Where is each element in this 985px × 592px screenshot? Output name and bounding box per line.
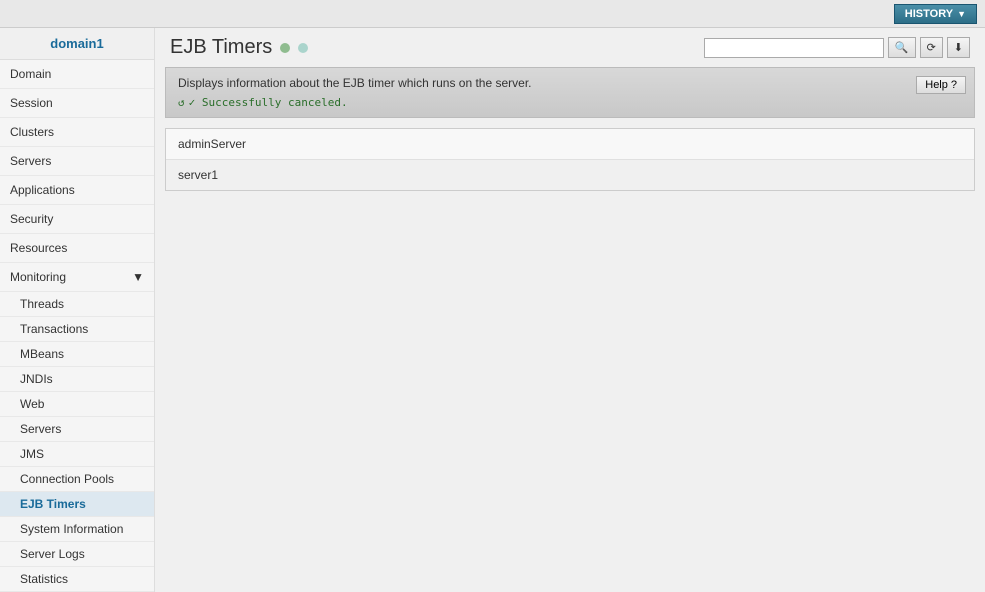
sidebar-item-mbeans[interactable]: MBeans (0, 342, 154, 367)
sidebar-item-resources[interactable]: Resources (0, 234, 154, 263)
monitoring-chevron-icon: ▼ (132, 270, 144, 284)
refresh-button[interactable]: ⟳ (920, 37, 943, 58)
sidebar-item-domain[interactable]: Domain (0, 60, 154, 89)
sidebar-item-mon-servers[interactable]: Servers (0, 417, 154, 442)
sidebar-item-ejb-timers[interactable]: EJB Timers (0, 492, 154, 517)
success-message: ↺ ✓ Successfully canceled. (178, 96, 962, 109)
page-title: EJB Timers (170, 36, 308, 59)
server-table: adminServer server1 (165, 128, 975, 191)
help-icon: ? (951, 79, 957, 91)
chevron-down-icon: ▼ (957, 9, 966, 19)
search-icon: 🔍 (895, 42, 909, 54)
refresh-icon: ⟳ (927, 42, 936, 54)
search-input[interactable] (704, 38, 884, 58)
top-bar: HISTORY ▼ (0, 0, 985, 28)
main-layout: domain1 Domain Session Clusters Servers … (0, 28, 985, 592)
sidebar-title[interactable]: domain1 (0, 28, 154, 60)
download-button[interactable]: ⬇ (947, 37, 970, 58)
sidebar-item-session[interactable]: Session (0, 89, 154, 118)
help-button[interactable]: Help ? (916, 76, 966, 94)
sidebar-item-jms[interactable]: JMS (0, 442, 154, 467)
search-button[interactable]: 🔍 (888, 37, 916, 58)
sidebar-item-clusters[interactable]: Clusters (0, 118, 154, 147)
sidebar-item-security[interactable]: Security (0, 205, 154, 234)
sidebar-item-web[interactable]: Web (0, 392, 154, 417)
download-icon: ⬇ (954, 42, 963, 54)
sidebar-item-statistics[interactable]: Statistics (0, 567, 154, 592)
content-area: EJB Timers 🔍 ⟳ ⬇ Displays information ab… (155, 28, 985, 592)
toolbar-right: 🔍 ⟳ ⬇ (704, 37, 970, 58)
info-banner: Displays information about the EJB timer… (165, 67, 975, 118)
status-dot-green (280, 43, 290, 53)
status-dot-teal (298, 43, 308, 53)
content-header: EJB Timers 🔍 ⟳ ⬇ (155, 28, 985, 67)
sidebar-item-system-info[interactable]: System Information (0, 517, 154, 542)
sidebar-item-threads[interactable]: Threads (0, 292, 154, 317)
sidebar-item-connection-pools[interactable]: Connection Pools (0, 467, 154, 492)
table-row[interactable]: adminServer (166, 129, 974, 160)
sidebar-item-jndis[interactable]: JNDIs (0, 367, 154, 392)
table-row[interactable]: server1 (166, 160, 974, 190)
sidebar-item-applications[interactable]: Applications (0, 176, 154, 205)
sidebar-item-transactions[interactable]: Transactions (0, 317, 154, 342)
monitoring-header[interactable]: Monitoring ▼ (0, 263, 154, 292)
info-description: Displays information about the EJB timer… (178, 76, 962, 90)
sidebar: domain1 Domain Session Clusters Servers … (0, 28, 155, 592)
history-button[interactable]: HISTORY ▼ (894, 4, 977, 24)
sidebar-item-server-logs[interactable]: Server Logs (0, 542, 154, 567)
sidebar-item-servers[interactable]: Servers (0, 147, 154, 176)
history-label: HISTORY (905, 8, 953, 20)
success-icon: ↺ (178, 96, 185, 109)
